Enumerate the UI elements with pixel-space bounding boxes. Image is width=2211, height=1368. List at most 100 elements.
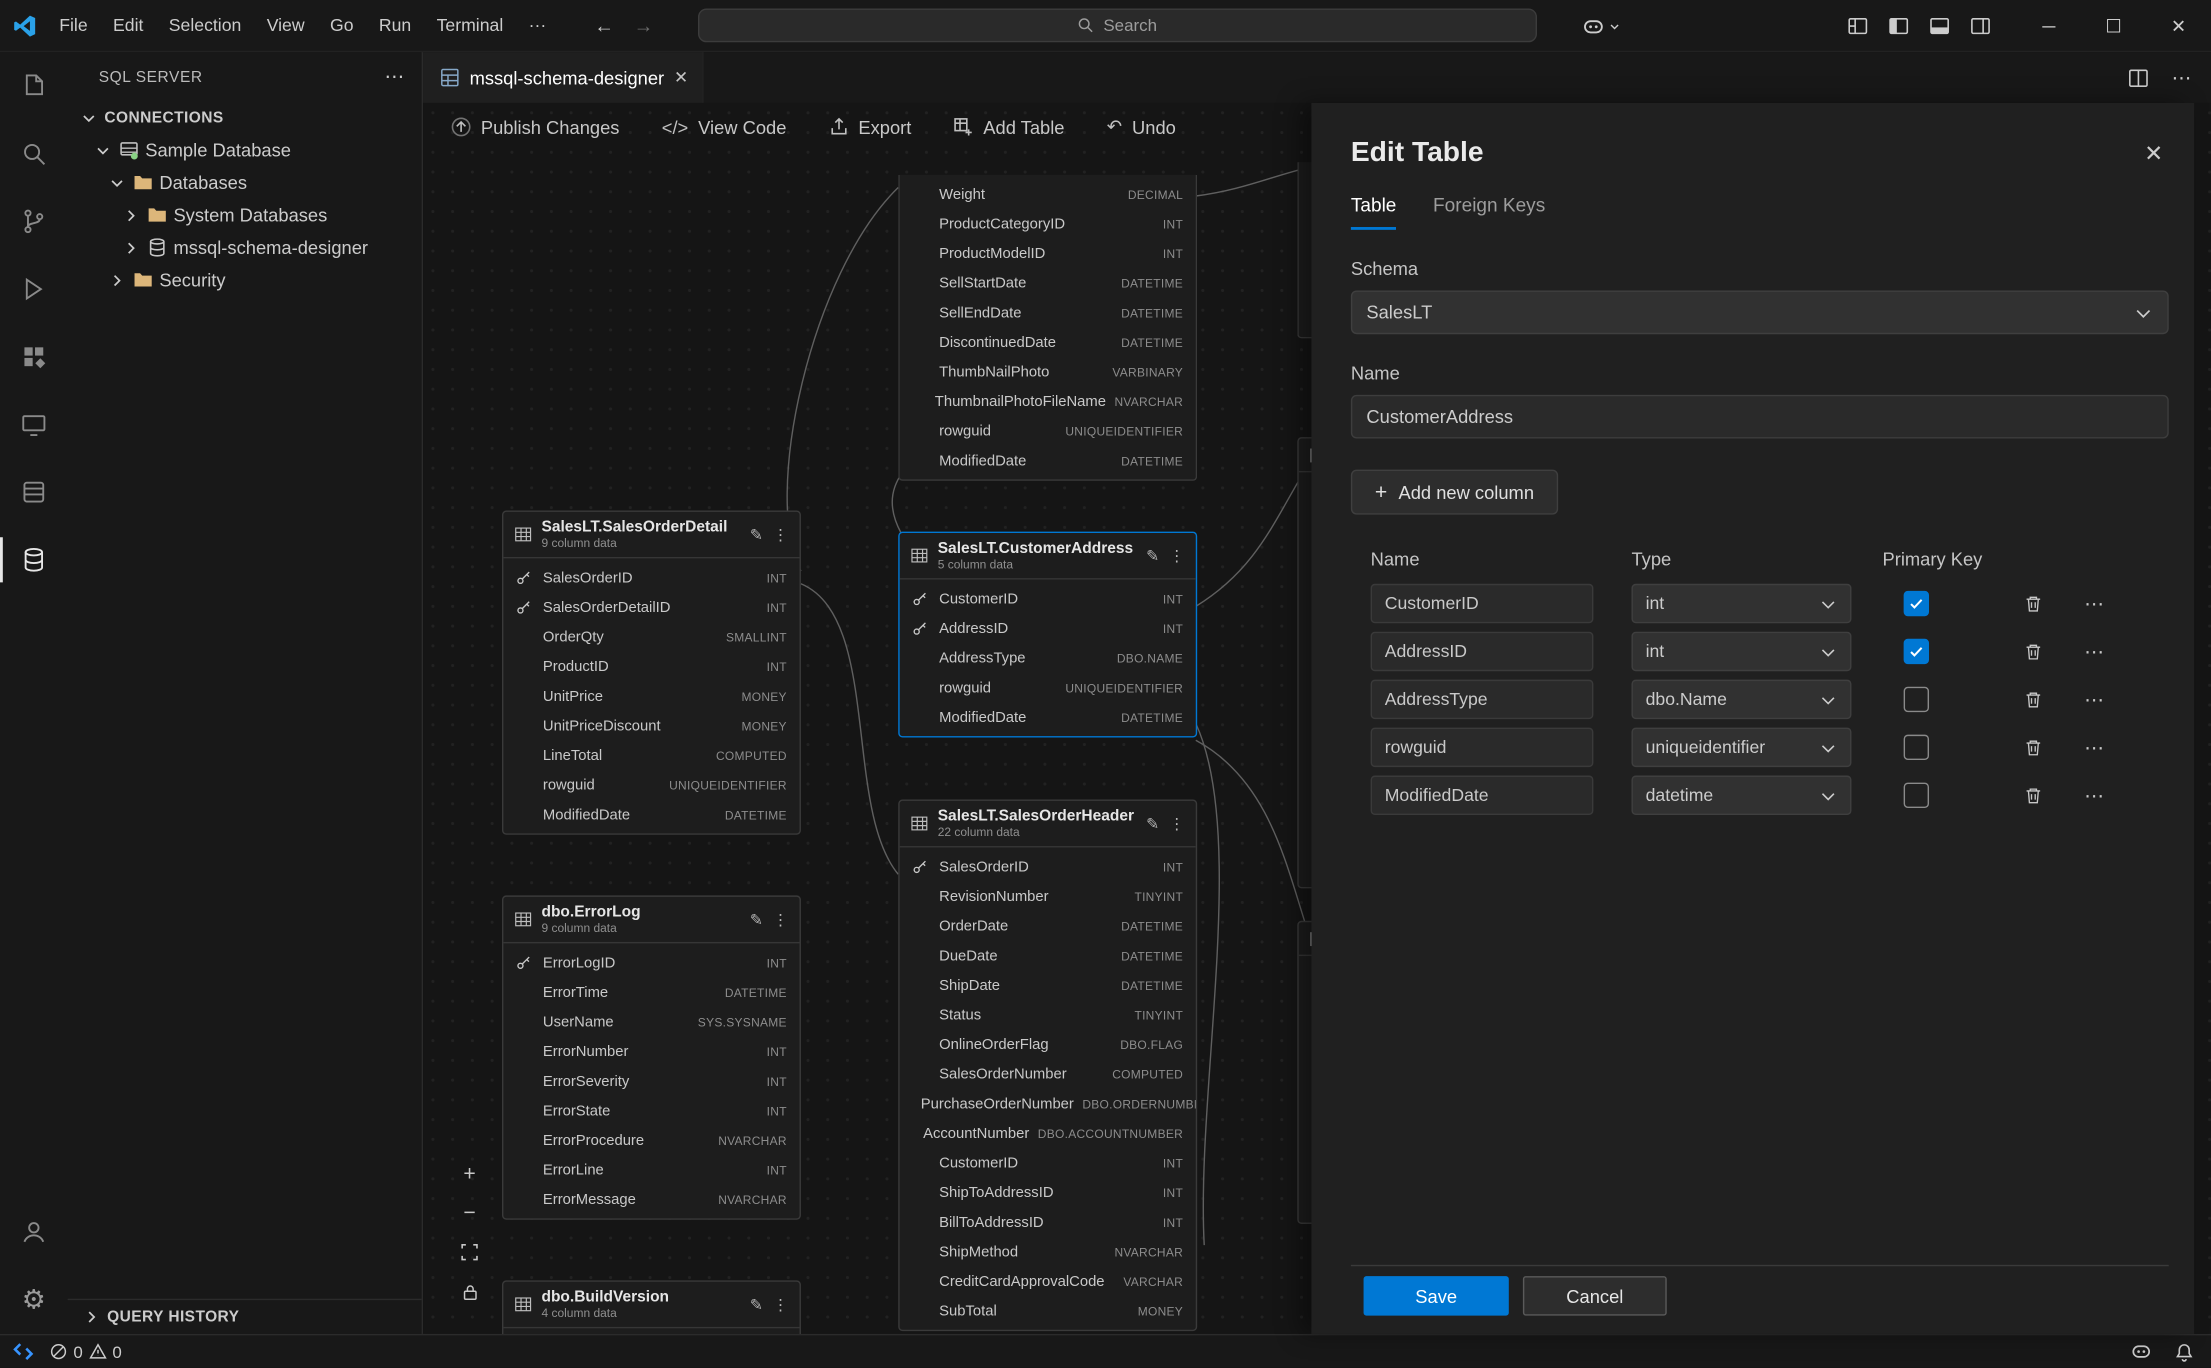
table-column-row[interactable]: rowguidUNIQUEIDENTIFIER xyxy=(503,770,799,800)
tab-mssql-schema-designer[interactable]: mssql-schema-designer ✕ xyxy=(423,52,704,103)
table-column-row[interactable]: ModifiedDateDATETIME xyxy=(900,703,1196,733)
table-column-row[interactable]: SalesOrderIDINT xyxy=(503,563,799,593)
table-column-row[interactable]: ProductModelIDINT xyxy=(900,238,1196,268)
table-more-icon[interactable]: ⋮ xyxy=(773,911,789,929)
table-more-icon[interactable]: ⋮ xyxy=(1169,547,1185,565)
search-icon[interactable] xyxy=(0,120,68,188)
table-column-row[interactable]: OrderQtySMALLINT xyxy=(503,622,799,652)
delete-column-icon[interactable] xyxy=(2023,737,2046,757)
tab-close-icon[interactable]: ✕ xyxy=(674,68,688,88)
menu-file[interactable]: File xyxy=(48,10,99,41)
add-table-button[interactable]: Add Table xyxy=(954,116,1065,137)
lock-icon[interactable] xyxy=(457,1279,482,1304)
column-type-select[interactable]: int xyxy=(1631,632,1851,671)
table-column-row[interactable]: ModifiedDateDATETIME xyxy=(503,800,799,830)
query-history-section[interactable]: QUERY HISTORY xyxy=(68,1299,422,1334)
table-column-row[interactable]: SubTotalMONEY xyxy=(900,1296,1196,1326)
minimize-button[interactable]: ─ xyxy=(2016,0,2081,52)
edit-table-icon[interactable]: ✎ xyxy=(1146,815,1159,833)
edit-table-icon[interactable]: ✎ xyxy=(750,526,763,544)
table-column-row[interactable]: OnlineOrderFlagDBO.FLAG xyxy=(900,1030,1196,1060)
problems-status[interactable]: 0 0 xyxy=(49,1342,121,1362)
tree-section-connections[interactable]: CONNECTIONS xyxy=(68,102,422,134)
table-column-row[interactable]: AddressIDINT xyxy=(900,614,1196,644)
delete-column-icon[interactable] xyxy=(2023,594,2046,614)
zoom-out-icon[interactable]: − xyxy=(457,1200,482,1225)
explorer-icon[interactable] xyxy=(0,52,68,120)
table-column-row[interactable]: rowguidUNIQUEIDENTIFIER xyxy=(900,416,1196,446)
table-column-row[interactable]: ProductCategoryIDINT xyxy=(900,209,1196,239)
table-column-row[interactable]: ThumbnailPhotoFileNameNVARCHAR xyxy=(900,386,1196,416)
table-column-row[interactable]: SalesOrderDetailIDINT xyxy=(503,593,799,623)
column-name-input[interactable] xyxy=(1371,680,1594,719)
menu-edit[interactable]: Edit xyxy=(102,10,155,41)
delete-column-icon[interactable] xyxy=(2023,642,2046,662)
sidebar-more-icon[interactable]: ⋯ xyxy=(384,65,404,89)
remote-explorer-icon[interactable] xyxy=(0,391,68,459)
maximize-button[interactable]: ☐ xyxy=(2081,0,2146,52)
table-column-row[interactable]: ErrorProcedureNVARCHAR xyxy=(503,1126,799,1156)
edit-table-icon[interactable]: ✎ xyxy=(750,1295,763,1313)
account-icon[interactable] xyxy=(0,1199,68,1267)
toggle-panel-icon[interactable] xyxy=(1929,16,1950,37)
close-window-button[interactable]: ✕ xyxy=(2146,0,2211,52)
table-column-row[interactable]: DueDateDATETIME xyxy=(900,941,1196,971)
remote-indicator-icon[interactable] xyxy=(11,1340,35,1364)
diagram-table-product-partial[interactable]: WeightDECIMALProductCategoryIDINTProduct… xyxy=(898,175,1197,481)
table-column-row[interactable]: ErrorStateINT xyxy=(503,1096,799,1126)
notifications-bell-icon[interactable] xyxy=(2174,1342,2194,1362)
column-type-select[interactable]: uniqueidentifier xyxy=(1631,728,1851,767)
column-more-actions-icon[interactable]: ⋯ xyxy=(2083,592,2106,616)
column-name-input[interactable] xyxy=(1371,584,1594,623)
table-column-row[interactable]: DiscontinuedDateDATETIME xyxy=(900,327,1196,357)
tree-item-sample-database[interactable]: Sample Database xyxy=(68,134,422,166)
table-column-row[interactable]: LineTotalCOMPUTED xyxy=(503,741,799,771)
table-column-row[interactable]: ErrorLogIDINT xyxy=(503,948,799,978)
table-column-row[interactable]: WeightDECIMAL xyxy=(900,179,1196,209)
export-button[interactable]: Export xyxy=(829,116,912,137)
menu-run[interactable]: Run xyxy=(368,10,423,41)
table-column-row[interactable]: ShipDateDATETIME xyxy=(900,971,1196,1001)
table-column-row[interactable]: ErrorLineINT xyxy=(503,1155,799,1185)
table-column-row[interactable]: SellEndDateDATETIME xyxy=(900,298,1196,328)
table-column-row[interactable]: CreditCardApprovalCodeVARCHAR xyxy=(900,1267,1196,1297)
extensions-icon[interactable] xyxy=(0,323,68,391)
table-name-input[interactable] xyxy=(1351,395,2169,439)
diagram-table-build-version[interactable]: dbo.BuildVersion4 column data✎⋮ xyxy=(502,1280,801,1334)
table-column-row[interactable]: StatusTINYINT xyxy=(900,1000,1196,1030)
tab-foreign-keys[interactable]: Foreign Keys xyxy=(1433,195,1545,230)
table-column-row[interactable]: ProductIDINT xyxy=(503,652,799,682)
table-more-icon[interactable]: ⋮ xyxy=(773,1295,789,1313)
save-button[interactable]: Save xyxy=(1364,1276,1509,1315)
column-name-input[interactable] xyxy=(1371,776,1594,815)
column-more-actions-icon[interactable]: ⋯ xyxy=(2083,687,2106,711)
table-column-row[interactable]: ThumbNailPhotoVARBINARY xyxy=(900,357,1196,387)
schema-select[interactable]: SalesLT xyxy=(1351,290,2169,334)
command-center-search[interactable]: Search xyxy=(698,8,1537,42)
table-column-row[interactable]: RevisionNumberTINYINT xyxy=(900,882,1196,912)
tree-item-databases[interactable]: Databases xyxy=(68,166,422,198)
split-editor-icon[interactable] xyxy=(2128,67,2149,88)
column-type-select[interactable]: int xyxy=(1631,584,1851,623)
column-name-input[interactable] xyxy=(1371,728,1594,767)
toggle-primary-sidebar-icon[interactable] xyxy=(1888,16,1909,37)
table-column-row[interactable]: SalesOrderNumberCOMPUTED xyxy=(900,1060,1196,1090)
table-column-row[interactable]: UserNameSYS.SYSNAME xyxy=(503,1007,799,1037)
source-control-icon[interactable] xyxy=(0,188,68,256)
column-more-actions-icon[interactable]: ⋯ xyxy=(2083,735,2106,759)
settings-gear-icon[interactable]: ⚙ xyxy=(0,1266,68,1334)
fit-view-icon[interactable] xyxy=(457,1239,482,1264)
table-column-row[interactable]: AddressTypeDBO.NAME xyxy=(900,644,1196,674)
editor-more-actions-icon[interactable]: ⋯ xyxy=(2172,66,2192,90)
table-column-row[interactable]: ErrorNumberINT xyxy=(503,1037,799,1067)
menu-selection[interactable]: Selection xyxy=(158,10,253,41)
schema-designer-icon[interactable] xyxy=(0,526,68,594)
tree-item-system-databases[interactable]: System Databases xyxy=(68,199,422,231)
table-column-row[interactable]: ShipMethodNVARCHAR xyxy=(900,1237,1196,1267)
cancel-button[interactable]: Cancel xyxy=(1523,1276,1667,1315)
column-name-input[interactable] xyxy=(1371,632,1594,671)
diagram-table-sales-order-header[interactable]: SalesLT.SalesOrderHeader22 column data✎⋮… xyxy=(898,800,1197,1332)
run-debug-icon[interactable] xyxy=(0,255,68,323)
undo-button[interactable]: ↶ Undo xyxy=(1107,116,1176,139)
copilot-status-icon[interactable] xyxy=(2131,1341,2152,1362)
